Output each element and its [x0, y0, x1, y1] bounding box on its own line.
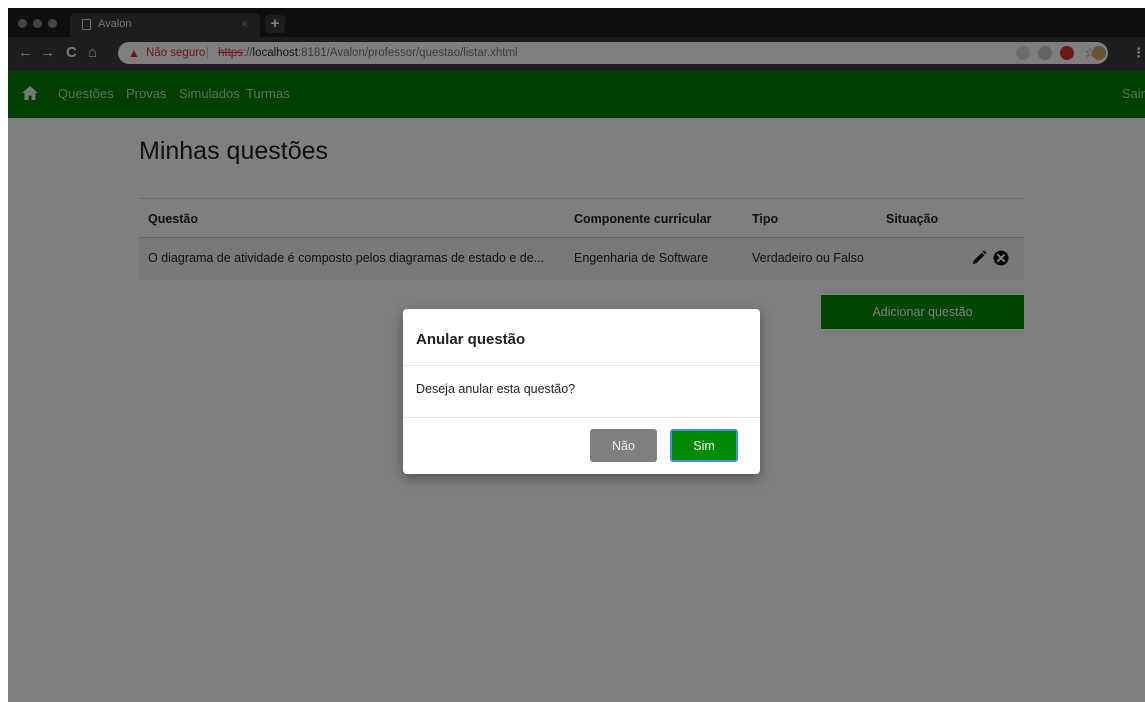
no-button[interactable]: Não [590, 429, 657, 462]
yes-button[interactable]: Sim [670, 429, 738, 462]
dialog-title: Anular questão [403, 309, 760, 366]
dialog-message: Deseja anular esta questão? [403, 366, 760, 418]
browser-window: Avalon × + ← → C ⌂ ▲ Não seguro | https:… [8, 8, 1145, 702]
cancel-question-dialog: Anular questão Deseja anular esta questã… [403, 309, 760, 474]
